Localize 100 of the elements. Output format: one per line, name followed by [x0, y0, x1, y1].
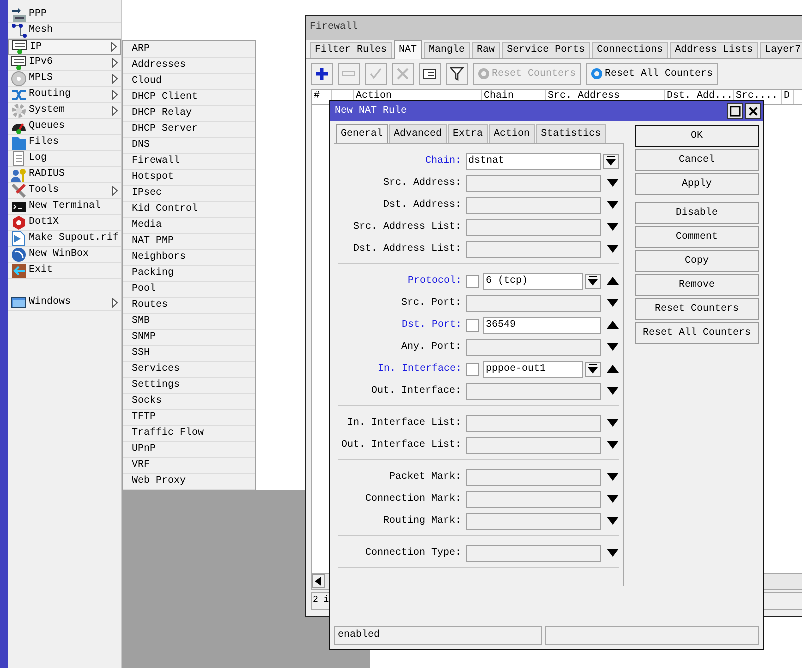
dialog-button[interactable]: Disable: [635, 202, 759, 224]
dialog-button[interactable]: Copy: [635, 250, 759, 272]
triangle-down-icon[interactable]: [607, 245, 619, 253]
checkbox[interactable]: [466, 362, 479, 376]
menu-item[interactable]: Files: [8, 135, 121, 151]
input-field[interactable]: [466, 240, 602, 258]
checkbox[interactable]: [466, 318, 479, 332]
dropdown-button[interactable]: [585, 274, 601, 288]
triangle-down-icon[interactable]: [607, 299, 619, 307]
input-field[interactable]: [466, 382, 602, 400]
triangle-down-icon[interactable]: [607, 343, 619, 351]
submenu-item[interactable]: ARP: [123, 42, 255, 58]
input-field[interactable]: [466, 218, 602, 236]
toolbar-button[interactable]: [311, 63, 333, 85]
submenu-item[interactable]: Neighbors: [123, 250, 255, 266]
select-field[interactable]: 6 (tcp): [483, 272, 583, 290]
submenu-item[interactable]: Settings: [123, 378, 255, 394]
select-field[interactable]: pppoe-out1: [483, 360, 583, 378]
menu-item[interactable]: System: [8, 103, 121, 119]
triangle-up-icon[interactable]: [607, 277, 619, 285]
submenu-item[interactable]: UPnP: [123, 442, 255, 458]
submenu-item[interactable]: DHCP Relay: [123, 106, 255, 122]
menu-item[interactable]: Tools: [8, 183, 121, 199]
dialog-button[interactable]: Comment: [635, 226, 759, 248]
submenu-item[interactable]: Addresses: [123, 58, 255, 74]
submenu-item[interactable]: Traffic Flow: [123, 426, 255, 442]
menu-item[interactable]: IP: [8, 39, 121, 55]
menu-item[interactable]: MPLS: [8, 71, 121, 87]
input-field[interactable]: [466, 196, 602, 214]
input-field[interactable]: [466, 436, 602, 454]
submenu-item[interactable]: TFTP: [123, 410, 255, 426]
submenu-item[interactable]: DNS: [123, 138, 255, 154]
tab[interactable]: Filter Rules: [310, 42, 392, 58]
submenu-item[interactable]: Web Proxy: [123, 474, 255, 490]
tab[interactable]: NAT: [394, 40, 422, 59]
tab[interactable]: Action: [489, 124, 536, 143]
submenu-item[interactable]: Media: [123, 218, 255, 234]
dialog-button[interactable]: Reset Counters: [635, 298, 759, 320]
dialog-button[interactable]: Reset All Counters: [635, 322, 759, 344]
tab[interactable]: Service Ports: [502, 42, 590, 58]
menu-item[interactable]: Make Supout.rif: [8, 231, 121, 247]
submenu-item[interactable]: Kid Control: [123, 202, 255, 218]
triangle-down-icon[interactable]: [607, 495, 619, 503]
dropdown-button[interactable]: [585, 362, 601, 376]
maximize-button[interactable]: [727, 103, 743, 119]
submenu-item[interactable]: Pool: [123, 282, 255, 298]
tab[interactable]: Extra: [448, 124, 488, 143]
submenu-item[interactable]: VRF: [123, 458, 255, 474]
menu-item[interactable]: Routing: [8, 87, 121, 103]
triangle-down-icon[interactable]: [607, 419, 619, 427]
submenu-item[interactable]: Socks: [123, 394, 255, 410]
submenu-item[interactable]: SSH: [123, 346, 255, 362]
tab[interactable]: Advanced: [389, 124, 448, 143]
tab[interactable]: Statistics: [536, 124, 606, 143]
dialog-button[interactable]: Remove: [635, 274, 759, 296]
input-field[interactable]: [466, 338, 602, 356]
menu-item[interactable]: Queues: [8, 119, 121, 135]
scroll-left-button[interactable]: [312, 574, 325, 588]
menu-item[interactable]: RADIUS: [8, 167, 121, 183]
submenu-item[interactable]: SNMP: [123, 330, 255, 346]
column-header[interactable]: D: [782, 90, 794, 104]
submenu-item[interactable]: Routes: [123, 298, 255, 314]
submenu-item[interactable]: Firewall: [123, 154, 255, 170]
input-field[interactable]: 36549: [483, 316, 601, 334]
submenu-item[interactable]: SMB: [123, 314, 255, 330]
reset-button[interactable]: Reset All Counters: [586, 63, 718, 85]
input-field[interactable]: [466, 468, 602, 486]
dialog-button[interactable]: Apply: [635, 173, 759, 195]
checkbox[interactable]: [466, 274, 479, 288]
submenu-item[interactable]: DHCP Server: [123, 122, 255, 138]
submenu-item[interactable]: Cloud: [123, 74, 255, 90]
dialog-button[interactable]: OK: [635, 125, 759, 147]
menu-item[interactable]: Log: [8, 151, 121, 167]
tab[interactable]: Layer7: [760, 42, 802, 58]
menu-item[interactable]: New WinBox: [8, 247, 121, 263]
triangle-up-icon[interactable]: [607, 321, 619, 329]
triangle-down-icon[interactable]: [607, 201, 619, 209]
input-field[interactable]: [466, 414, 602, 432]
triangle-down-icon[interactable]: [607, 517, 619, 525]
submenu-item[interactable]: Services: [123, 362, 255, 378]
submenu-item[interactable]: DHCP Client: [123, 90, 255, 106]
dialog-button[interactable]: Cancel: [635, 149, 759, 171]
tab[interactable]: Raw: [472, 42, 500, 58]
menu-item[interactable]: Dot1X: [8, 215, 121, 231]
dropdown-button[interactable]: [603, 154, 620, 168]
menu-item[interactable]: New Terminal: [8, 199, 121, 215]
triangle-down-icon[interactable]: [607, 223, 619, 231]
triangle-down-icon[interactable]: [607, 473, 619, 481]
submenu-item[interactable]: Packing: [123, 266, 255, 282]
submenu-item[interactable]: NAT PMP: [123, 234, 255, 250]
menu-item[interactable]: Windows: [8, 295, 121, 311]
menu-item[interactable]: PPP: [8, 7, 121, 23]
input-field[interactable]: [466, 490, 602, 508]
select-field[interactable]: dstnat: [466, 152, 602, 170]
tab[interactable]: General: [336, 124, 388, 143]
input-field[interactable]: [466, 294, 602, 312]
menu-item[interactable]: Exit: [8, 263, 121, 279]
input-field[interactable]: [466, 174, 602, 192]
tab[interactable]: Address Lists: [670, 42, 758, 58]
menu-item[interactable]: IPv6: [8, 55, 121, 71]
